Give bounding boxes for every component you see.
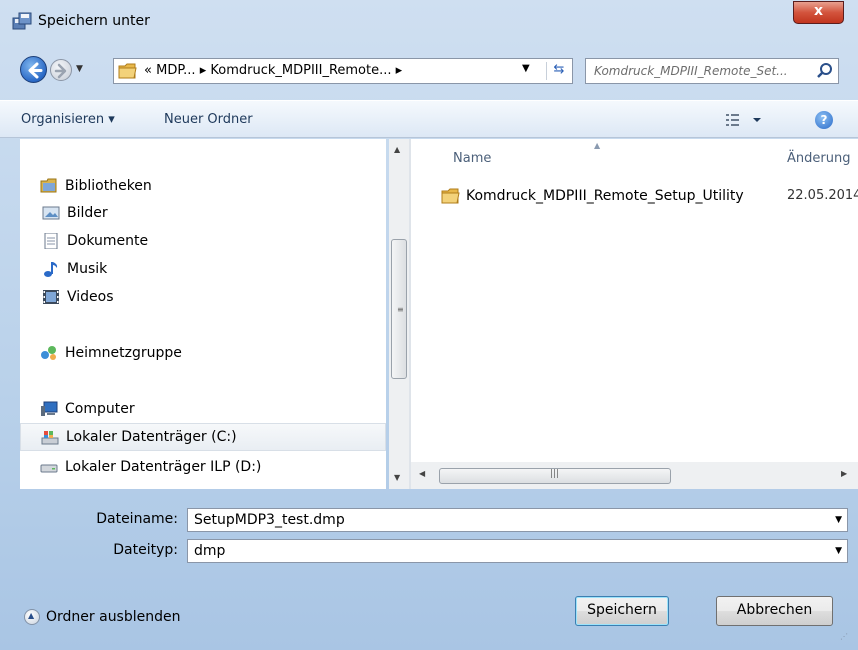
libraries-icon xyxy=(40,178,57,193)
nav-label: Lokaler Datenträger ILP (D:) xyxy=(65,459,262,475)
chevron-down-icon[interactable]: ▼ xyxy=(835,515,842,525)
system-drive-icon xyxy=(41,431,59,445)
nav-label: Bilder xyxy=(67,205,108,221)
nav-item-drive-d[interactable]: Lokaler Datenträger ILP (D:) xyxy=(20,455,386,479)
scroll-left-icon[interactable]: ◀ xyxy=(419,469,425,478)
breadcrumb-item-komdruck[interactable]: Komdruck_MDPIII_Remote... xyxy=(210,63,391,78)
search-placeholder: Komdruck_MDPIII_Remote_Set... xyxy=(594,64,788,78)
forward-arrow-icon xyxy=(54,63,67,79)
resize-grip-icon[interactable]: ⋰ xyxy=(840,632,848,641)
file-name: Komdruck_MDPIII_Remote_Setup_Utility xyxy=(466,188,744,204)
nav-item-computer[interactable]: Computer xyxy=(20,397,386,421)
title-bar[interactable]: Speichern unter x xyxy=(0,0,858,40)
address-dropdown-icon[interactable]: ▼ xyxy=(522,63,530,74)
new-folder-button[interactable]: Neuer Ordner xyxy=(164,112,253,127)
filetype-value: dmp xyxy=(194,543,226,559)
navigation-pane: Bibliotheken Bilder Dokumente Musik Vide… xyxy=(20,139,386,489)
column-header-name[interactable]: Name xyxy=(453,151,491,166)
breadcrumb-overflow-chevron[interactable]: « xyxy=(144,63,152,78)
nav-label: Lokaler Datenträger (C:) xyxy=(66,429,237,445)
breadcrumb-item-mdp[interactable]: MDP... xyxy=(156,63,195,78)
sort-ascending-icon: ▲ xyxy=(594,141,601,150)
scroll-down-icon[interactable]: ▼ xyxy=(394,473,400,482)
scrollbar-thumb[interactable]: ≡ xyxy=(391,239,407,379)
nav-item-music[interactable]: Musik xyxy=(20,257,386,281)
nav-item-homegroup[interactable]: Heimnetzgruppe xyxy=(20,341,386,365)
music-icon xyxy=(44,262,58,277)
back-button[interactable] xyxy=(20,56,47,83)
nav-item-videos[interactable]: Videos xyxy=(20,285,386,309)
close-icon: x xyxy=(813,3,824,19)
pictures-icon xyxy=(42,206,60,220)
drive-icon xyxy=(40,464,58,473)
filetype-label: Dateityp: xyxy=(113,542,178,558)
breadcrumb-separator[interactable]: ▸ xyxy=(396,63,403,78)
homegroup-icon xyxy=(41,346,56,360)
search-box[interactable]: Komdruck_MDPIII_Remote_Set... xyxy=(585,58,839,84)
nav-label: Dokumente xyxy=(67,233,149,249)
folder-icon xyxy=(441,188,460,204)
forward-button[interactable] xyxy=(50,59,72,81)
filetype-select[interactable]: dmp ▼ xyxy=(187,539,848,563)
back-arrow-icon xyxy=(28,62,43,79)
breadcrumb: « MDP... ▸ Komdruck_MDPIII_Remote... ▸ xyxy=(144,63,402,78)
close-button[interactable]: x xyxy=(793,1,844,24)
nav-item-libraries[interactable]: Bibliotheken xyxy=(20,174,386,198)
file-date: 22.05.2014 xyxy=(787,188,858,203)
save-button[interactable]: Speichern xyxy=(575,596,669,626)
file-list: ▲ Name Änderung Komdruck_MDPIII_Remote_S… xyxy=(411,139,858,462)
command-bar: Organisieren ▾ Neuer Ordner ? xyxy=(0,100,858,138)
nav-label: Musik xyxy=(67,261,108,277)
nav-label: Computer xyxy=(65,401,135,417)
file-list-scrollbar[interactable]: ◀ ||| ▶ xyxy=(411,462,858,489)
save-dialog-icon xyxy=(12,12,32,30)
nav-item-pictures[interactable]: Bilder xyxy=(20,201,386,225)
organize-menu[interactable]: Organisieren ▾ xyxy=(21,112,115,127)
help-icon[interactable]: ? xyxy=(815,111,833,129)
folder-icon xyxy=(118,63,137,79)
hide-folders-label: Ordner ausblenden xyxy=(46,609,181,625)
window-title: Speichern unter xyxy=(38,13,150,29)
nav-label: Bibliotheken xyxy=(65,178,152,194)
change-view-icon[interactable] xyxy=(724,111,764,133)
nav-label: Heimnetzgruppe xyxy=(65,345,182,361)
videos-icon xyxy=(43,290,59,304)
breadcrumb-separator[interactable]: ▸ xyxy=(200,63,207,78)
filename-combobox[interactable]: SetupMDP3_test.dmp ▼ xyxy=(187,508,848,532)
grip-icon: ≡ xyxy=(397,305,404,314)
grip-icon: ||| xyxy=(550,469,560,479)
nav-item-drive-c[interactable]: Lokaler Datenträger (C:) xyxy=(20,423,386,451)
scrollbar-thumb[interactable]: ||| xyxy=(439,468,671,484)
chevron-down-icon[interactable]: ▼ xyxy=(835,546,842,556)
cancel-button[interactable]: Abbrechen xyxy=(716,596,833,626)
search-icon[interactable] xyxy=(816,62,834,80)
save-as-dialog: Speichern unter x ▼ « MDP... ▸ Komdruck_… xyxy=(0,0,858,650)
nav-item-documents[interactable]: Dokumente xyxy=(20,229,386,253)
filename-input[interactable]: SetupMDP3_test.dmp xyxy=(194,512,345,528)
address-bar[interactable]: « MDP... ▸ Komdruck_MDPIII_Remote... ▸ ▼… xyxy=(113,58,573,84)
documents-icon xyxy=(44,233,58,249)
collapse-up-icon: ▲ xyxy=(24,609,40,625)
navigation-scrollbar[interactable]: ▲ ≡ ▼ xyxy=(389,139,409,489)
nav-label: Videos xyxy=(67,289,114,305)
scroll-up-icon[interactable]: ▲ xyxy=(394,145,400,154)
refresh-icon[interactable]: ⇆ xyxy=(546,62,571,80)
computer-icon xyxy=(41,401,58,416)
column-header-date[interactable]: Änderung xyxy=(787,151,850,166)
filename-label: Dateiname: xyxy=(96,511,178,527)
scroll-right-icon[interactable]: ▶ xyxy=(841,469,847,478)
recent-pages-dropdown-icon[interactable]: ▼ xyxy=(76,64,83,74)
